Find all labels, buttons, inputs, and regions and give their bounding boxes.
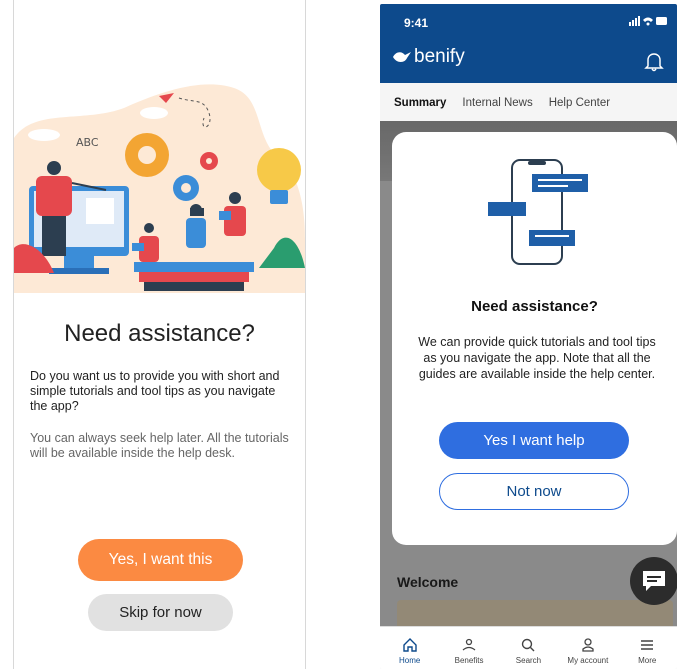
search-icon bbox=[522, 638, 535, 652]
chat-button[interactable] bbox=[630, 557, 677, 605]
menu-icon bbox=[641, 640, 654, 650]
brand-name: benify bbox=[414, 46, 465, 67]
teaching-illustration: ABC bbox=[14, 84, 305, 293]
bottom-navigation: Home Benefits Search My account More bbox=[380, 626, 677, 669]
nav-label-my-account: My account bbox=[567, 656, 609, 665]
nav-label-home: Home bbox=[399, 656, 421, 665]
tab-help-center[interactable]: Help Center bbox=[549, 83, 610, 121]
chat-icon bbox=[643, 571, 665, 591]
modal-body: We can provide quick tutorials and tool … bbox=[418, 335, 656, 381]
bird-icon bbox=[393, 52, 411, 62]
tab-internal-news[interactable]: Internal News bbox=[462, 83, 532, 121]
nav-search[interactable]: Search bbox=[500, 637, 556, 665]
account-icon bbox=[582, 638, 594, 652]
nav-home[interactable]: Home bbox=[382, 637, 438, 665]
nav-label-more: More bbox=[638, 656, 657, 665]
status-icons bbox=[629, 16, 669, 29]
yes-i-want-help-button[interactable]: Yes I want help bbox=[439, 422, 629, 459]
left-title: Need assistance? bbox=[64, 320, 255, 347]
assistance-modal: Need assistance? We can provide quick tu… bbox=[392, 132, 677, 545]
not-now-button[interactable]: Not now bbox=[439, 473, 629, 510]
signal-wifi-battery-icon bbox=[629, 16, 667, 26]
left-note: You can always seek help later. All the … bbox=[30, 431, 289, 460]
skip-for-now-button[interactable]: Skip for now bbox=[88, 594, 233, 631]
tab-summary[interactable]: Summary bbox=[394, 83, 447, 124]
nav-my-account[interactable]: My account bbox=[560, 637, 616, 665]
tab-bar: Summary Internal News Help Center bbox=[380, 83, 677, 124]
modal-title: Need assistance? bbox=[471, 298, 598, 315]
nav-label-benefits: Benefits bbox=[454, 656, 484, 665]
bell-icon[interactable] bbox=[643, 50, 665, 72]
benify-logo: benify bbox=[392, 46, 465, 68]
phone-chat-illustration bbox=[488, 159, 588, 265]
nav-more[interactable]: More bbox=[619, 637, 675, 665]
status-time: 9:41 bbox=[404, 16, 429, 30]
home-icon bbox=[402, 638, 417, 652]
app-header: 9:41 benify bbox=[380, 4, 677, 83]
benefits-icon bbox=[462, 638, 476, 651]
left-screen: ABC Need assistance? Do you want us to p… bbox=[13, 0, 306, 669]
left-description: Do you want us to provide you with short… bbox=[30, 369, 280, 413]
svg-text:ABC: ABC bbox=[76, 136, 99, 149]
nav-benefits[interactable]: Benefits bbox=[441, 637, 497, 665]
yes-i-want-this-button[interactable]: Yes, I want this bbox=[78, 539, 243, 581]
nav-label-search: Search bbox=[515, 656, 542, 665]
right-screen: 9:41 benify Summary Internal News Help C… bbox=[380, 4, 677, 669]
